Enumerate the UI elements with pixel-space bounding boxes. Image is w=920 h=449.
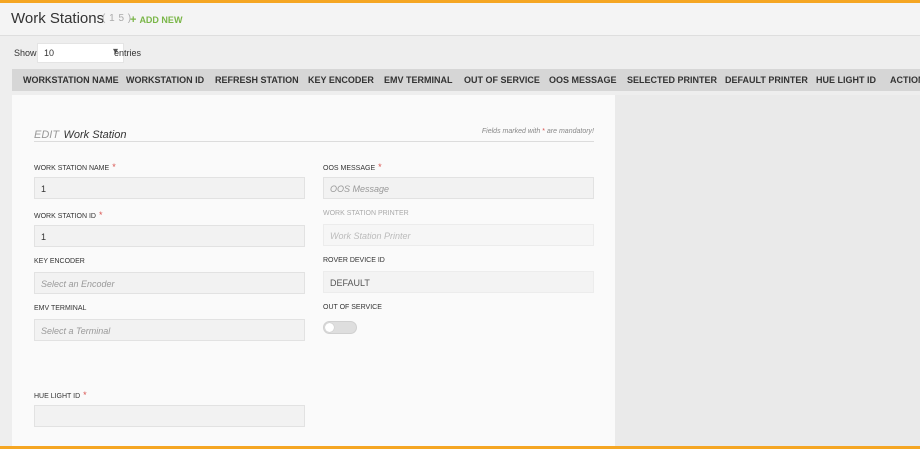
work-station-name-input[interactable]: 1 bbox=[34, 177, 305, 199]
panel-header: EDIT Work Station Fields marked with * a… bbox=[34, 125, 594, 142]
column-header-key-encoder[interactable]: KEY ENCODER bbox=[308, 75, 374, 85]
work-station-name-label: WORK STATION NAME * bbox=[34, 162, 116, 172]
mandatory-note-text: Fields marked with bbox=[481, 128, 541, 135]
work-station-id-label: WORK STATION ID * bbox=[34, 210, 103, 220]
edit-work-station-panel: EDIT Work Station Fields marked with * a… bbox=[12, 95, 615, 446]
entries-label: entries bbox=[114, 48, 142, 58]
work-station-printer-select[interactable]: Work Station Printer bbox=[323, 224, 594, 246]
page-title: Work Stations bbox=[11, 10, 105, 27]
mandatory-note: Fields marked with * are mandatory! bbox=[482, 128, 594, 135]
key-encoder-label: KEY ENCODER bbox=[34, 258, 85, 265]
table-body-area bbox=[615, 95, 920, 446]
out-of-service-label: OUT OF SERVICE bbox=[323, 304, 382, 311]
column-header-emv-terminal[interactable]: EMV TERMINAL bbox=[384, 75, 453, 85]
column-header-workstation-id[interactable]: WORKSTATION ID bbox=[126, 75, 204, 85]
oos-message-label: OOS MESSAGE * bbox=[323, 162, 382, 172]
required-star: * bbox=[112, 162, 116, 172]
key-encoder-select[interactable]: Select an Encoder bbox=[34, 272, 305, 294]
mandatory-note-suffix: are mandatory! bbox=[546, 128, 594, 135]
panel-title: Work Station bbox=[63, 129, 127, 141]
entries-select[interactable]: 10 ▾ bbox=[37, 43, 124, 63]
mandatory-star: * bbox=[542, 128, 545, 135]
add-new-button[interactable]: + ADD NEW bbox=[130, 14, 182, 26]
emv-terminal-label: EMV TERMINAL bbox=[34, 305, 87, 312]
required-star: * bbox=[98, 210, 103, 220]
out-of-service-toggle[interactable] bbox=[323, 321, 357, 334]
table-header: WORKSTATION NAME WORKSTATION ID REFRESH … bbox=[12, 69, 920, 91]
required-star: * bbox=[83, 390, 87, 400]
column-header-out-of-service[interactable]: OUT OF SERVICE bbox=[464, 75, 540, 85]
oos-message-input[interactable]: OOS Message bbox=[323, 177, 594, 199]
hue-light-id-input[interactable] bbox=[34, 405, 305, 427]
toggle-knob bbox=[325, 323, 334, 332]
work-station-id-input[interactable]: 1 bbox=[34, 225, 305, 247]
column-header-selected-printer[interactable]: SELECTED PRINTER bbox=[627, 75, 717, 85]
column-header-action[interactable]: ACTION bbox=[890, 75, 920, 85]
page-header: Work Stations ( 1 5 ) + ADD NEW bbox=[0, 3, 920, 36]
show-label: Show bbox=[14, 48, 37, 58]
column-header-oos-message[interactable]: OOS MESSAGE bbox=[549, 75, 617, 85]
required-star: * bbox=[378, 162, 382, 172]
column-header-workstation-name[interactable]: WORKSTATION NAME bbox=[23, 75, 119, 85]
edit-label: EDIT bbox=[34, 129, 60, 141]
emv-terminal-select[interactable]: Select a Terminal bbox=[34, 319, 305, 341]
column-header-hue-light-id[interactable]: HUE LIGHT ID bbox=[816, 75, 876, 85]
column-header-default-printer[interactable]: DEFAULT PRINTER bbox=[725, 75, 808, 85]
plus-icon: + bbox=[130, 14, 137, 26]
column-header-refresh-station[interactable]: REFRESH STATION bbox=[215, 75, 299, 85]
rover-device-id-field: DEFAULT bbox=[323, 271, 594, 293]
rover-device-id-label: ROVER DEVICE ID bbox=[323, 257, 385, 264]
work-station-printer-label: WORK STATION PRINTER bbox=[323, 210, 409, 217]
add-new-label: ADD NEW bbox=[139, 15, 183, 25]
hue-light-id-label: HUE LIGHT ID * bbox=[34, 390, 87, 400]
entries-select-value: 10 bbox=[44, 48, 55, 58]
record-count: ( 1 5 ) bbox=[102, 13, 132, 24]
